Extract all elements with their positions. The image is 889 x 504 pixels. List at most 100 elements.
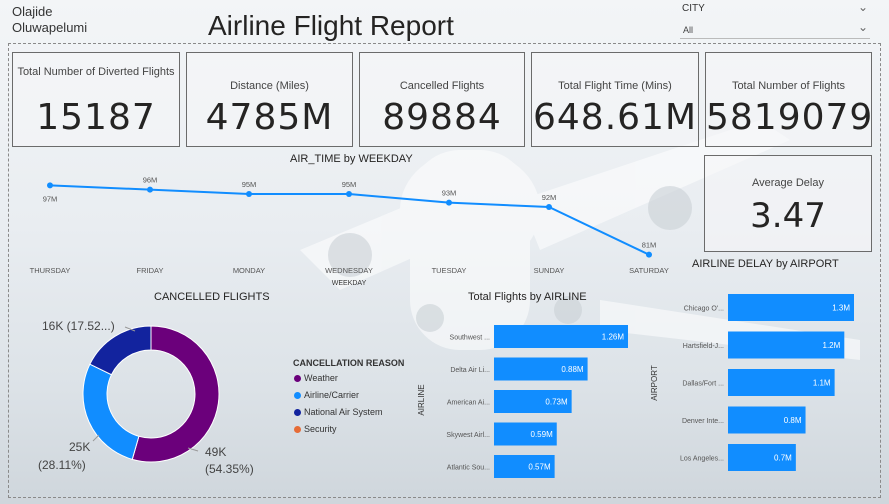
data-label: 97M [43, 194, 58, 203]
airline-bar-chart-title: Total Flights by AIRLINE [468, 291, 587, 303]
data-label: 95M [342, 180, 357, 189]
kpi-card-distance[interactable]: Distance (Miles) 4785M [186, 52, 353, 147]
kpi-card-total-flights[interactable]: Total Number of Flights 5819079 [705, 52, 872, 147]
kpi-value: 15187 [36, 97, 156, 138]
y-axis-title: AIRPORT [650, 365, 659, 401]
x-tick-label: THURSDAY [30, 266, 71, 275]
kpi-label: Cancelled Flights [399, 80, 485, 92]
kpi-value: 3.47 [750, 196, 826, 236]
page-title: Airline Flight Report [208, 10, 454, 41]
air-time-point [346, 191, 352, 197]
donut-slice [82, 363, 140, 460]
slice-pct: (54.35%) [205, 462, 254, 476]
y-tick-label: American Ai... [447, 400, 490, 407]
x-tick-label: WEDNESDAY [325, 266, 373, 275]
legend-label: National Air System [304, 407, 383, 417]
legend-label: Airline/Carrier [304, 390, 360, 400]
kpi-label: Total Number of Diverted Flights [17, 66, 175, 78]
flights-by-airline-bar-chart[interactable]: 1.26M Southwest ... 0.88M Delta Air Li... 0.… [410, 315, 650, 480]
bar-data-label: 1.3M [832, 304, 850, 313]
x-tick-label: SATURDAY [629, 266, 669, 275]
author-name: Olajide Oluwapelumi [12, 4, 87, 36]
legend-dot-icon [294, 426, 301, 433]
kpi-card-flight-time[interactable]: Total Flight Time (Mins) 648.61M [531, 52, 699, 147]
legend-label: Weather [304, 373, 338, 383]
slice-pct: (28.11%) [38, 458, 86, 472]
data-label: 93M [442, 189, 457, 198]
air-time-point [246, 191, 252, 197]
x-axis-title: WEEKDAY [332, 280, 367, 287]
legend-item-airline-carrier[interactable]: Airline/Carrier [294, 390, 359, 400]
bar-data-label: 1.26M [602, 333, 625, 342]
y-tick-label: Atlantic Sou... [447, 465, 490, 472]
bar-data-label: 0.88M [561, 365, 584, 374]
bar-data-label: 0.57M [528, 463, 551, 472]
y-tick-label: Hartsfield-J... [683, 343, 724, 350]
air-time-point [147, 186, 153, 193]
slice-label: 49K [205, 445, 226, 459]
bar-data-label: 0.8M [784, 416, 802, 425]
air-time-point [446, 199, 452, 206]
donut-chart-title: CANCELLED FLIGHTS [154, 291, 270, 303]
data-label: 96M [143, 176, 158, 185]
author-first-name: Olajide [12, 4, 53, 19]
slice-label: 16K (17.52...) [42, 319, 115, 333]
kpi-value: 5819079 [706, 97, 874, 138]
legend-item-national-air-system[interactable]: National Air System [294, 407, 383, 417]
line-chart-title: AIR_TIME by WEEKDAY [290, 153, 413, 165]
kpi-card-cancelled-flights[interactable]: Cancelled Flights 89884 [359, 52, 525, 147]
air-time-point [646, 251, 652, 258]
y-tick-label: Chicago O'... [684, 306, 724, 313]
chevron-down-icon[interactable]: ⌄ [858, 20, 868, 34]
x-tick-label: MONDAY [233, 266, 265, 275]
y-tick-label: Denver Inte... [682, 418, 724, 425]
kpi-card-diverted-flights[interactable]: Total Number of Diverted Flights 15187 [12, 52, 180, 147]
y-tick-label: Southwest ... [450, 335, 491, 342]
legend-item-security[interactable]: Security [294, 424, 337, 434]
cancelled-flights-donut-chart[interactable]: 49K (54.35%) 25K (28.11%) 16K (17.52...) [30, 310, 280, 480]
kpi-value: 4785M [205, 97, 334, 138]
airport-bar-chart-title: AIRLINE DELAY by AIRPORT [692, 258, 839, 270]
kpi-label: Total Number of Flights [731, 80, 846, 92]
legend-item-weather[interactable]: Weather [294, 373, 338, 383]
city-filter-label: CITY [682, 3, 705, 14]
kpi-label: Average Delay [752, 177, 824, 189]
data-label: 81M [642, 241, 657, 250]
chevron-down-icon[interactable]: ⌄ [858, 0, 868, 14]
y-tick-label: Delta Air Li... [450, 367, 490, 374]
y-tick-label: Los Angeles... [680, 456, 724, 463]
legend-label: Security [304, 424, 337, 434]
bar-data-label: 1.1M [813, 379, 831, 388]
x-tick-label: TUESDAY [432, 266, 467, 275]
bar-data-label: 0.59M [531, 430, 554, 439]
kpi-label: Total Flight Time (Mins) [558, 80, 672, 92]
legend-title: CANCELLATION REASON [293, 358, 405, 368]
data-label: 95M [242, 180, 257, 189]
y-axis-title: AIRLINE [417, 384, 426, 415]
kpi-value: 648.61M [532, 97, 698, 138]
kpi-label: Distance (Miles) [230, 80, 309, 92]
legend-dot-icon [294, 392, 301, 399]
leader-line [92, 434, 100, 442]
author-last-name: Oluwapelumi [12, 20, 88, 35]
kpi-value: 89884 [382, 97, 502, 138]
kpi-card-average-delay[interactable]: Average Delay 3.47 [704, 155, 872, 252]
data-label: 92M [542, 193, 557, 202]
air-time-point [47, 182, 53, 189]
x-tick-label: FRIDAY [137, 266, 164, 275]
delay-by-airport-bar-chart[interactable]: 1.3M Chicago O'... 1.2M Hartsfield-J... 1.1M… [645, 285, 880, 480]
x-tick-label: SUNDAY [534, 266, 565, 275]
bar-data-label: 1.2M [823, 341, 841, 350]
slice-label: 25K [69, 440, 90, 454]
y-tick-label: Dallas/Fort ... [682, 381, 724, 388]
legend-dot-icon [294, 409, 301, 416]
bar-data-label: 0.73M [545, 398, 568, 407]
air-time-point [546, 204, 552, 210]
y-tick-label: Skywest Airl... [446, 432, 490, 439]
city-filter-underline [680, 38, 870, 39]
bar-data-label: 0.7M [774, 454, 792, 463]
city-filter-select[interactable]: All [683, 25, 693, 35]
donut-slice [89, 325, 152, 376]
air-time-line-chart[interactable]: 97M THURSDAY 96M FRIDAY 95M MONDAY 95M WEDNESDA… [0, 165, 700, 290]
legend-dot-icon [294, 375, 301, 382]
